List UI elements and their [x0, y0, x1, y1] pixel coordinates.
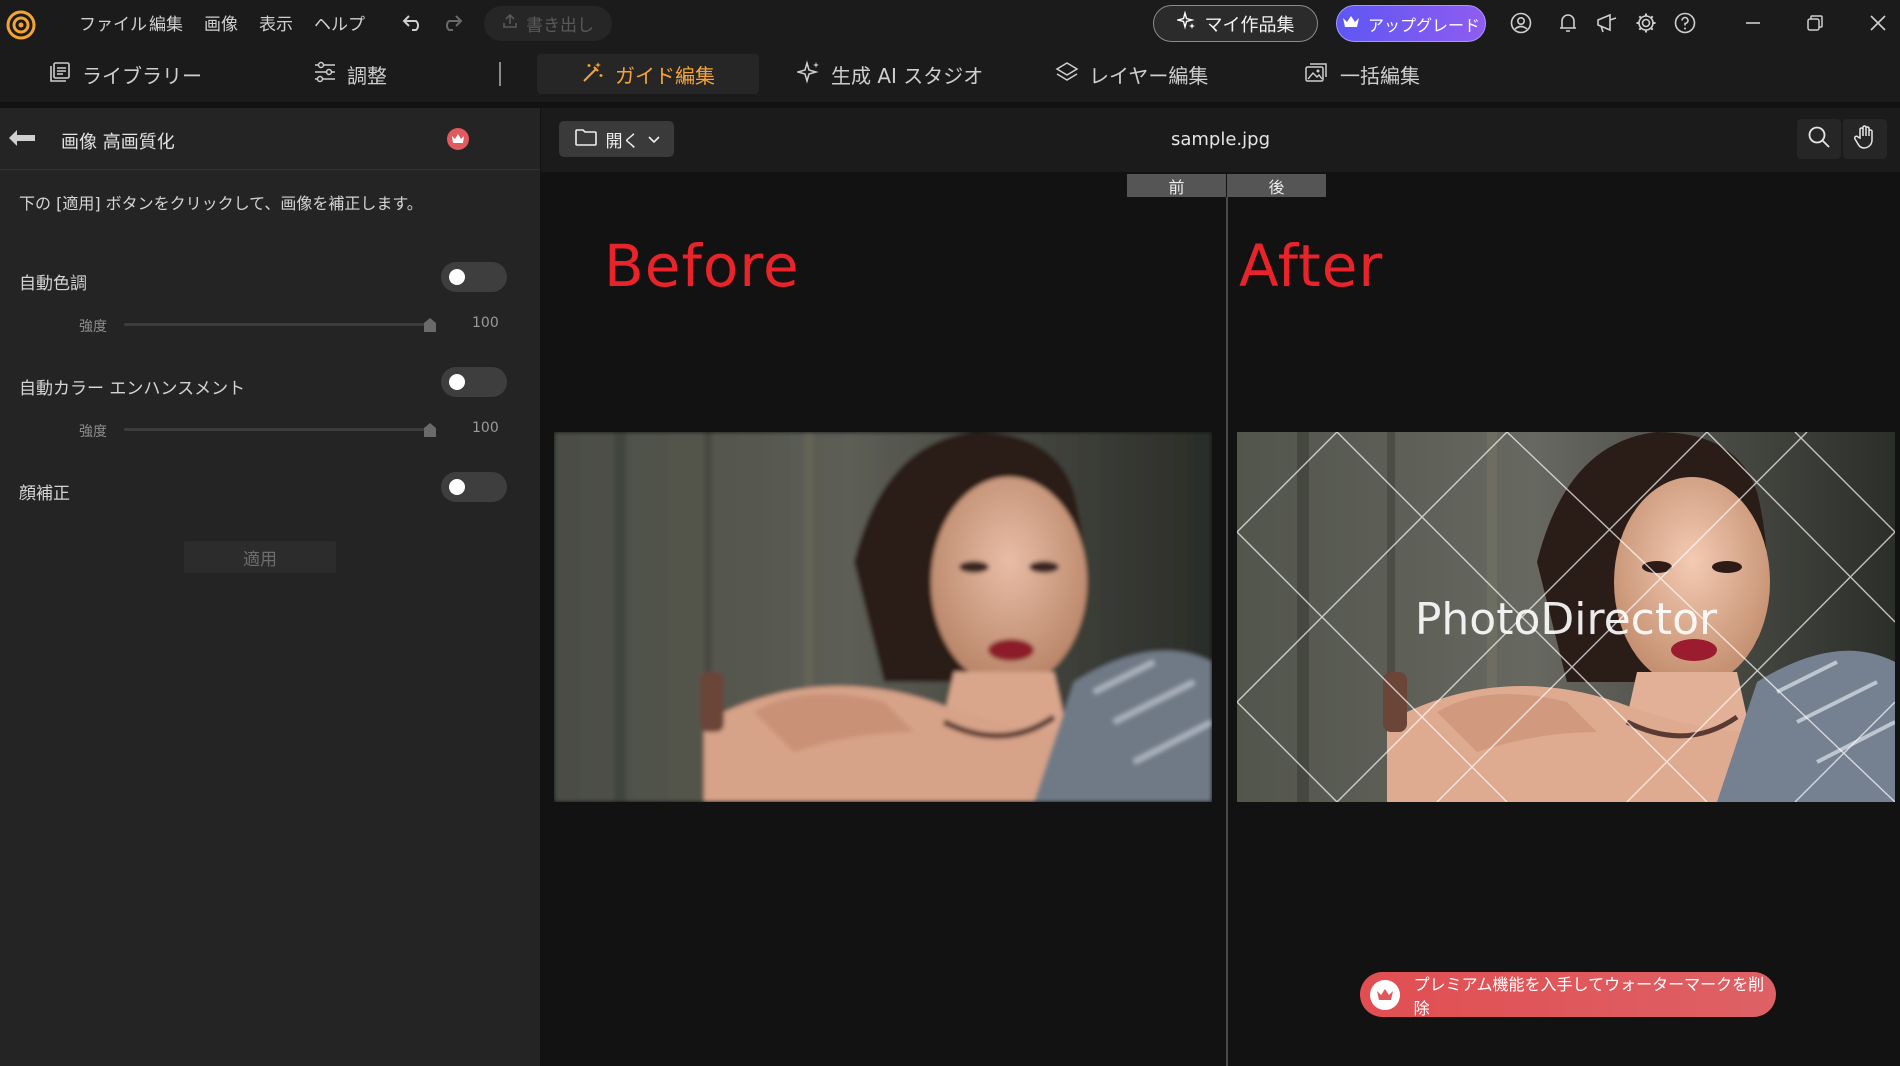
- auto-color-strength-slider[interactable]: [124, 428, 432, 431]
- panel-description: 下の [適用] ボタンをクリックして、画像を補正します。: [19, 194, 423, 213]
- auto-tone-strength-slider[interactable]: [124, 323, 432, 326]
- tab-layer-edit[interactable]: レイヤー編集: [1055, 54, 1208, 94]
- restore-window-icon[interactable]: [1803, 11, 1827, 35]
- enhance-panel: 画像 高画質化 下の [適用] ボタンをクリックして、画像を補正します。 自動色…: [0, 108, 540, 1066]
- title-bar: ファイル 編集 画像 表示 ヘルプ 書き出し マイ作品集 アップグレード: [0, 0, 1900, 46]
- after-photo: PhotoDirector: [1237, 432, 1895, 802]
- menu-image[interactable]: 画像: [204, 10, 238, 35]
- hand-icon: [1853, 124, 1877, 154]
- face-correction-toggle[interactable]: [441, 472, 507, 502]
- notification-bell-icon[interactable]: [1556, 11, 1580, 35]
- menu-file[interactable]: ファイル: [79, 10, 147, 35]
- upgrade-label: アップグレード: [1367, 15, 1480, 35]
- tab-batch-edit-label: 一括編集: [1340, 63, 1420, 88]
- tab-adjust-label: 調整: [347, 63, 387, 88]
- tab-guided-edit-label: ガイド編集: [615, 63, 715, 88]
- watermark-text: PhotoDirector: [1414, 594, 1718, 645]
- toggle-knob: [449, 374, 465, 390]
- export-icon: [502, 13, 518, 34]
- undo-icon[interactable]: [400, 10, 426, 36]
- account-icon[interactable]: [1509, 11, 1533, 35]
- auto-color-strength-label: 強度: [79, 424, 107, 440]
- sparkle-icon: [1174, 10, 1197, 36]
- app-logo[interactable]: [6, 10, 36, 40]
- comparison-divider[interactable]: [1226, 197, 1228, 1066]
- tab-batch-edit[interactable]: 一括編集: [1304, 54, 1420, 94]
- file-name: sample.jpg: [1170, 129, 1271, 150]
- auto-color-slider-thumb[interactable]: [424, 422, 436, 437]
- module-tab-bar: ライブラリー 調整 ガイド編集 生成 AI スタジオ レイヤー編集 一括編集: [0, 46, 1900, 102]
- minimize-icon[interactable]: [1741, 11, 1765, 35]
- library-icon: [48, 61, 72, 88]
- pan-button[interactable]: [1843, 119, 1887, 159]
- after-heading: After: [1239, 232, 1384, 300]
- redo-icon[interactable]: [439, 10, 465, 36]
- auto-color-strength-value: 100: [472, 420, 499, 436]
- auto-tone-strength-value: 100: [472, 315, 499, 331]
- announcement-icon[interactable]: [1594, 11, 1620, 35]
- auto-color-enhance-toggle[interactable]: [441, 367, 507, 397]
- upgrade-button[interactable]: アップグレード: [1336, 5, 1486, 42]
- crown-icon: [1342, 14, 1360, 33]
- toggle-knob: [449, 479, 465, 495]
- preview-area: 開く sample.jpg 前 後 Before After PhotoDire…: [541, 108, 1900, 1066]
- after-tab[interactable]: 後: [1227, 174, 1326, 197]
- export-button[interactable]: 書き出し: [484, 6, 612, 41]
- tab-genai-studio[interactable]: 生成 AI スタジオ: [795, 54, 984, 94]
- help-icon[interactable]: [1673, 11, 1697, 35]
- layers-icon: [1055, 61, 1079, 88]
- sparkle-icon: [795, 59, 821, 89]
- before-tab[interactable]: 前: [1127, 174, 1226, 197]
- viewer-toolbar: 開く sample.jpg: [541, 108, 1900, 172]
- apply-button[interactable]: 適用: [184, 541, 336, 573]
- menu-edit[interactable]: 編集: [149, 10, 183, 35]
- auto-tone-toggle[interactable]: [441, 262, 507, 292]
- auto-tone-strength-label: 強度: [79, 319, 107, 335]
- menu-view[interactable]: 表示: [259, 10, 293, 35]
- tab-adjust[interactable]: 調整: [313, 54, 387, 94]
- magic-wand-icon: [581, 60, 605, 89]
- export-label: 書き出し: [526, 16, 594, 36]
- tab-library[interactable]: ライブラリー: [48, 54, 202, 94]
- tab-divider: [499, 62, 501, 86]
- toggle-knob: [449, 269, 465, 285]
- panel-header: 画像 高画質化: [0, 108, 540, 170]
- batch-images-icon: [1304, 61, 1330, 88]
- panel-title: 画像 高画質化: [61, 132, 175, 153]
- zoom-button[interactable]: [1797, 119, 1841, 159]
- my-works-button[interactable]: マイ作品集: [1153, 5, 1318, 42]
- search-icon: [1807, 125, 1831, 153]
- tab-library-label: ライブラリー: [82, 63, 202, 88]
- before-heading: Before: [604, 232, 800, 300]
- back-arrow-icon[interactable]: [7, 127, 37, 149]
- crown-icon: [1370, 979, 1400, 1010]
- premium-crown-icon: [445, 126, 471, 152]
- my-works-label: マイ作品集: [1204, 14, 1295, 36]
- face-correction-label: 顔補正: [19, 484, 70, 504]
- auto-tone-slider-thumb[interactable]: [424, 317, 436, 332]
- sliders-icon: [313, 61, 337, 88]
- close-icon[interactable]: [1866, 11, 1890, 35]
- tab-genai-studio-label: 生成 AI スタジオ: [831, 63, 984, 88]
- tab-guided-edit[interactable]: ガイド編集: [537, 54, 759, 94]
- auto-color-enhance-label: 自動カラー エンハンスメント: [19, 379, 246, 399]
- settings-gear-icon[interactable]: [1634, 11, 1658, 35]
- menu-help[interactable]: ヘルプ: [314, 10, 365, 35]
- before-photo: [554, 432, 1212, 802]
- tab-layer-edit-label: レイヤー編集: [1089, 63, 1209, 88]
- premium-banner-label: プレミアム機能を入手してウォーターマークを削除: [1413, 974, 1765, 1018]
- auto-tone-label: 自動色調: [19, 274, 87, 294]
- remove-watermark-banner[interactable]: プレミアム機能を入手してウォーターマークを削除: [1360, 972, 1776, 1018]
